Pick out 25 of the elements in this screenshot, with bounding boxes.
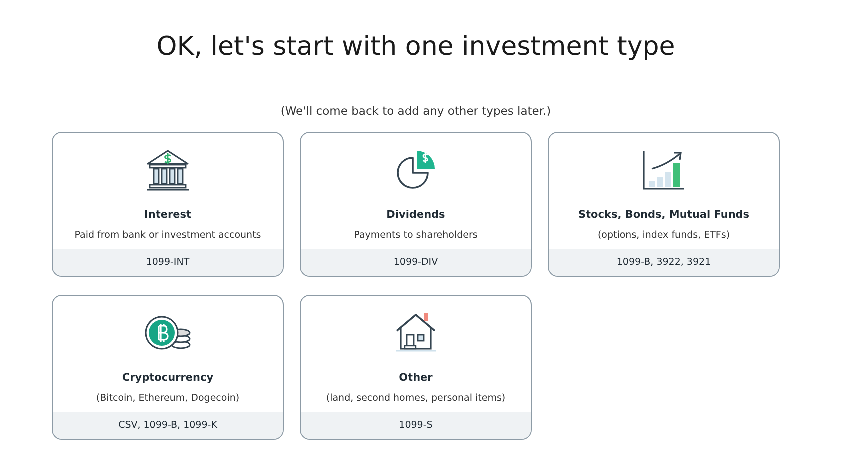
investment-type-card[interactable]: Stocks, Bonds, Mutual Funds (options, index funds, ETFs) 1099-B, 3922, 3921 — [548, 132, 780, 277]
house-icon — [393, 311, 439, 355]
card-title: Interest — [144, 209, 192, 221]
page-heading: OK, let's start with one investment type — [156, 32, 676, 62]
card-title: Other — [399, 372, 433, 384]
card-title: Dividends — [386, 209, 446, 221]
card-forms: 1099-INT — [53, 249, 283, 276]
card-description: (land, second homes, personal items) — [326, 393, 506, 404]
card-description: (Bitcoin, Ethereum, Dogecoin) — [96, 393, 240, 404]
card-forms: 1099-S — [301, 412, 531, 439]
card-description: (options, index funds, ETFs) — [598, 230, 730, 241]
investment-type-card[interactable]: Cryptocurrency (Bitcoin, Ethereum, Dogecoin) CSV, 1099-B, 1099-K — [52, 295, 284, 440]
card-forms: 1099-B, 3922, 3921 — [549, 249, 779, 276]
bar-chart-icon — [641, 148, 687, 192]
card-description: Paid from bank or investment accounts — [74, 230, 262, 241]
investment-type-card[interactable]: Dividends Payments to shareholders 1099-DIV — [300, 132, 532, 277]
card-title: Stocks, Bonds, Mutual Funds — [578, 209, 750, 221]
card-forms: 1099-DIV — [301, 249, 531, 276]
investment-type-card[interactable]: Interest Paid from bank or investment accounts 1099-INT — [52, 132, 284, 277]
investment-type-card[interactable]: Other (land, second homes, personal items) 1099-S — [300, 295, 532, 440]
card-title: Cryptocurrency — [122, 372, 214, 384]
card-forms: CSV, 1099-B, 1099-K — [53, 412, 283, 439]
card-description: Payments to shareholders — [354, 230, 478, 241]
bank-icon — [145, 148, 191, 192]
page-subheading: (We'll come back to add any other types later.) — [280, 104, 552, 118]
